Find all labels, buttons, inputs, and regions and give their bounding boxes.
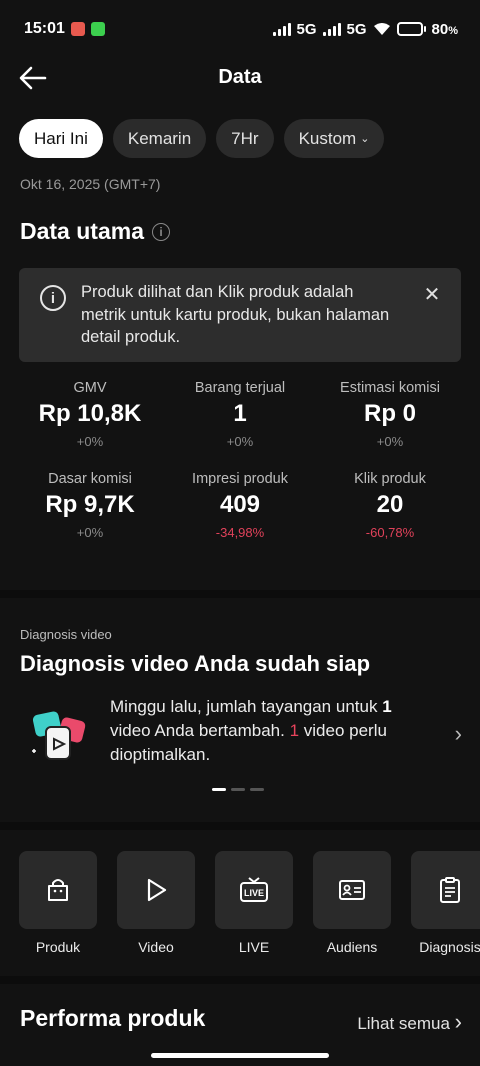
section-divider-2 bbox=[0, 822, 480, 830]
shopping-bag-icon bbox=[48, 879, 68, 901]
date-range-text: Okt 16, 2025 (GMT+7) bbox=[20, 176, 161, 192]
metric-items-sold[interactable]: Barang terjual 1 +0% bbox=[160, 380, 320, 449]
signal-icon-2 bbox=[322, 22, 341, 36]
chevron-right-icon: › bbox=[454, 1009, 462, 1034]
status-time: 15:01 bbox=[24, 20, 65, 37]
filter-7days[interactable]: 7Hr bbox=[216, 119, 274, 158]
filter-yesterday[interactable]: Kemarin bbox=[112, 119, 207, 158]
notice-text: Produk dilihat dan Klik produk adalah me… bbox=[81, 283, 390, 346]
notification-app-icon bbox=[70, 22, 85, 36]
battery-percent: 80 bbox=[431, 20, 449, 38]
tool-diagnosis[interactable]: Diagnosis bbox=[411, 851, 480, 955]
diagnosis-card[interactable]: Minggu lalu, jumlah tayangan untuk 1 vid… bbox=[0, 695, 480, 775]
section-divider bbox=[0, 590, 480, 598]
battery-unit: % bbox=[448, 24, 458, 37]
home-indicator[interactable] bbox=[151, 1053, 329, 1058]
network-label-1: 5G bbox=[296, 20, 317, 38]
tool-produk[interactable]: Produk bbox=[19, 851, 97, 955]
section-divider-3 bbox=[0, 976, 480, 984]
chevron-right-icon: › bbox=[454, 721, 462, 746]
tool-audiens[interactable]: Audiens bbox=[313, 851, 391, 955]
clipboard-icon bbox=[440, 877, 460, 903]
diagnosis-label: Diagnosis video bbox=[20, 627, 112, 642]
wifi-icon bbox=[373, 23, 390, 35]
diagnosis-text: Minggu lalu, jumlah tayangan untuk 1 vid… bbox=[110, 697, 392, 764]
info-circle-icon: i bbox=[40, 285, 66, 311]
network-label-2: 5G bbox=[346, 20, 367, 38]
chevron-down-icon: ⌄ bbox=[360, 133, 370, 145]
video-diagnosis-illustration bbox=[32, 711, 86, 760]
filter-custom[interactable]: Kustom ⌄ bbox=[283, 119, 385, 158]
close-icon[interactable]: ✕ bbox=[421, 282, 443, 306]
id-card-icon bbox=[339, 880, 365, 900]
page-title: Data bbox=[218, 66, 262, 88]
metric-estimated-commission[interactable]: Estimasi komisi Rp 0 +0% bbox=[310, 380, 470, 449]
metric-gmv[interactable]: GMV Rp 10,8K +0% bbox=[10, 380, 170, 449]
main-data-heading: Data utama i bbox=[20, 218, 170, 245]
diagnosis-title: Diagnosis video Anda sudah siap bbox=[20, 651, 371, 676]
tool-live[interactable]: LIVE LIVE bbox=[215, 851, 293, 955]
svg-text:LIVE: LIVE bbox=[244, 888, 264, 898]
filter-today[interactable]: Hari Ini bbox=[19, 119, 103, 158]
live-tv-icon: LIVE bbox=[240, 877, 268, 902]
message-app-icon bbox=[90, 22, 105, 36]
battery-icon bbox=[396, 22, 426, 36]
metric-product-clicks[interactable]: Klik produk 20 -60,78% bbox=[310, 471, 470, 540]
app-header: Data bbox=[0, 58, 480, 98]
signal-icon bbox=[272, 22, 291, 36]
tools-row: Produk Video LIVE LIVE Audiens Diagnosis bbox=[19, 851, 480, 955]
main-data-title: Data utama bbox=[20, 218, 144, 244]
tool-video[interactable]: Video bbox=[117, 851, 195, 955]
status-bar: 15:01 5G 5G 80% bbox=[0, 0, 480, 58]
metric-commission-base[interactable]: Dasar komisi Rp 9,7K +0% bbox=[10, 471, 170, 540]
product-performance-title: Performa produk bbox=[20, 1005, 206, 1031]
metric-notice-banner: i Produk dilihat dan Klik produk adalah … bbox=[19, 268, 461, 362]
metric-product-impressions[interactable]: Impresi produk 409 -34,98% bbox=[160, 471, 320, 540]
date-filter-bar: Hari Ini Kemarin 7Hr Kustom ⌄ bbox=[19, 119, 385, 158]
info-icon[interactable]: i bbox=[151, 222, 170, 241]
carousel-indicator bbox=[212, 788, 264, 791]
see-all-link[interactable]: Lihat semua › bbox=[357, 1009, 462, 1035]
play-icon bbox=[147, 878, 167, 902]
